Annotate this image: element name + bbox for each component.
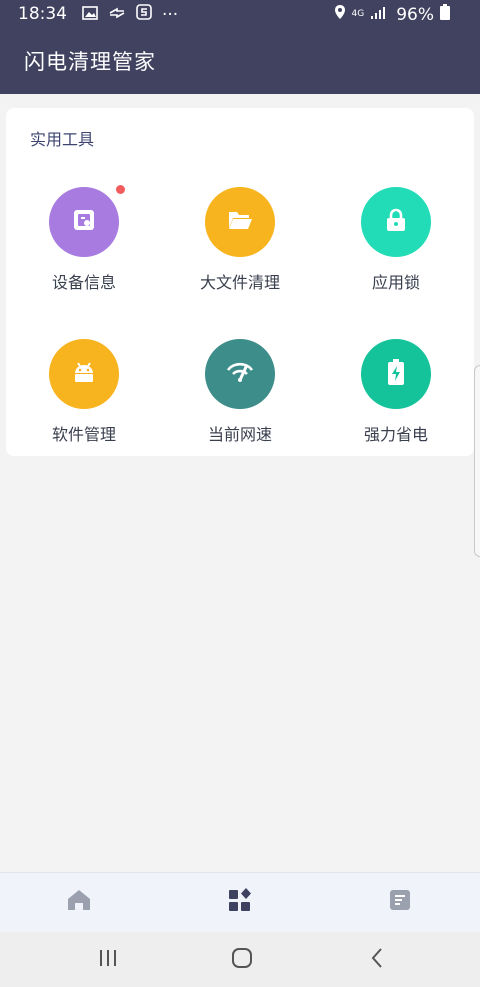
network-speed-icon xyxy=(226,360,254,388)
android-icon xyxy=(71,360,97,388)
section-title: 实用工具 xyxy=(30,130,95,149)
location-icon xyxy=(334,4,346,25)
edge-panel-handle[interactable] xyxy=(474,365,480,557)
device-info-circle[interactable] xyxy=(49,185,125,257)
tool-label: 强力省电 xyxy=(363,425,428,444)
software-manage-circle[interactable] xyxy=(49,339,119,409)
notification-dot xyxy=(116,185,125,194)
tool-label: 应用锁 xyxy=(371,273,420,292)
device-info-icon xyxy=(71,207,97,237)
large-file-circle[interactable] xyxy=(205,187,275,257)
nav-home[interactable] xyxy=(64,887,94,917)
tool-label: 大文件清理 xyxy=(199,273,280,292)
notification-icons: ··· xyxy=(82,4,178,25)
nav-article[interactable] xyxy=(385,887,415,917)
home-icon xyxy=(66,888,92,916)
signal-icon xyxy=(370,5,386,25)
system-nav-bar xyxy=(0,932,480,987)
bottom-nav xyxy=(0,872,480,933)
tools-card: 实用工具 设备信息 大文件清理 应用锁 软件管理 当前网速 强力省电 xyxy=(6,108,474,456)
app-lock-circle[interactable] xyxy=(361,187,431,257)
network-speed-circle[interactable] xyxy=(205,339,275,409)
tool-label: 软件管理 xyxy=(51,425,116,444)
battery-saver-icon xyxy=(386,358,406,390)
app-bar: 闪电清理管家 xyxy=(0,28,480,94)
back-button[interactable] xyxy=(362,946,392,974)
sync-icon xyxy=(108,5,126,25)
gallery-icon xyxy=(82,5,98,25)
home-circle-icon xyxy=(231,947,253,973)
folder-icon xyxy=(227,209,253,235)
network-type: 4G xyxy=(351,9,365,19)
app-title: 闪电清理管家 xyxy=(24,50,156,74)
tool-label: 设备信息 xyxy=(51,273,116,292)
status-bar: 18:34 ··· 4G 96% xyxy=(0,0,480,28)
document-icon xyxy=(388,888,412,916)
recents-button[interactable] xyxy=(93,946,123,974)
tool-power-saver[interactable]: 强力省电 xyxy=(318,339,474,445)
back-chevron-icon xyxy=(370,947,384,973)
tool-app-lock[interactable]: 应用锁 xyxy=(318,187,474,293)
tool-large-file-clean[interactable]: 大文件清理 xyxy=(162,187,318,293)
battery-icon xyxy=(440,4,450,25)
system-icons: 4G 96% xyxy=(334,4,450,25)
battery-percent: 96% xyxy=(396,4,434,25)
lock-icon xyxy=(385,208,407,236)
s-app-icon xyxy=(136,4,152,25)
apps-grid-icon xyxy=(227,887,253,917)
tool-network-speed[interactable]: 当前网速 xyxy=(162,339,318,445)
home-button[interactable] xyxy=(227,946,257,974)
nav-tools[interactable] xyxy=(225,887,255,917)
status-time: 18:34 xyxy=(18,4,67,24)
recents-icon xyxy=(98,949,118,971)
tool-label: 当前网速 xyxy=(207,425,272,444)
tool-software-manage[interactable]: 软件管理 xyxy=(6,339,162,445)
power-saver-circle[interactable] xyxy=(361,339,431,409)
overflow-dots: ··· xyxy=(162,4,179,25)
tool-device-info[interactable]: 设备信息 xyxy=(6,185,162,293)
